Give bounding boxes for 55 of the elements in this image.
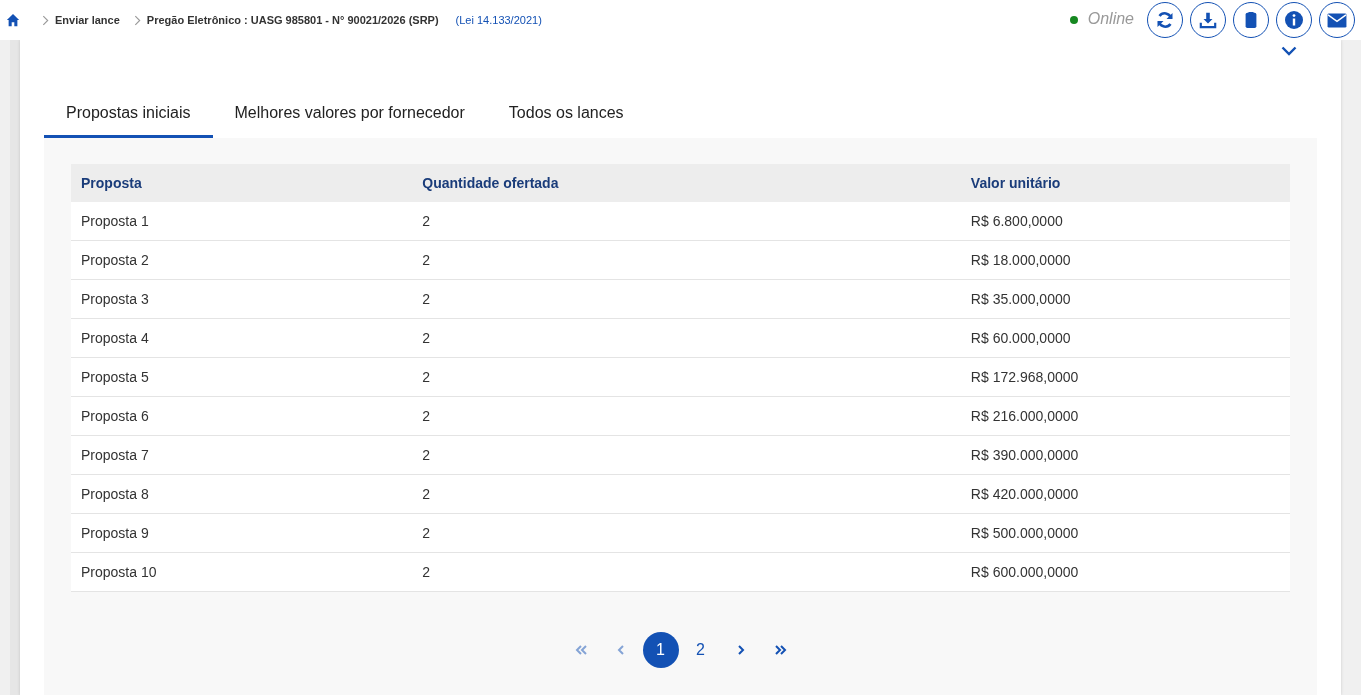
last-chevron-icon xyxy=(772,644,789,656)
table-cell: 2 xyxy=(412,513,961,553)
table-cell: R$ 216.000,0000 xyxy=(960,396,1290,436)
table-cell: R$ 60.000,0000 xyxy=(960,318,1290,358)
table-cell: Proposta 1 xyxy=(71,202,413,241)
info-button[interactable] xyxy=(1276,2,1312,38)
breadcrumb-item: Pregão Eletrônico : UASG 985801 - N° 90021/2026 (SRP) xyxy=(146,14,439,26)
table-cell: R$ 600.000,0000 xyxy=(960,552,1290,592)
clipboard-button[interactable] xyxy=(1233,2,1269,38)
law-link[interactable]: (Lei 14.133/2021) xyxy=(455,14,542,26)
column-header: Valor unitário xyxy=(960,164,1290,202)
table-cell: 2 xyxy=(412,240,961,280)
page-button[interactable]: 2 xyxy=(682,632,719,668)
table-cell: Proposta 6 xyxy=(71,396,413,436)
table-cell: 2 xyxy=(412,552,961,592)
info-icon xyxy=(1284,10,1304,30)
table-cell: Proposta 10 xyxy=(71,552,413,592)
table-cell: 2 xyxy=(412,435,961,475)
mail-icon xyxy=(1326,11,1348,29)
chevron-down-icon[interactable] xyxy=(1281,46,1297,56)
column-header: Quantidade ofertada xyxy=(412,164,961,202)
table-cell: Proposta 8 xyxy=(71,474,413,514)
table-cell: R$ 172.968,0000 xyxy=(960,357,1290,397)
table-cell: R$ 35.000,0000 xyxy=(960,279,1290,319)
mail-button[interactable] xyxy=(1319,2,1355,38)
table-cell: 2 xyxy=(412,318,961,358)
column-header: Proposta xyxy=(71,164,413,202)
table-cell: R$ 500.000,0000 xyxy=(960,513,1290,553)
tab[interactable]: Todos os lances xyxy=(486,94,646,138)
page-button[interactable]: 1 xyxy=(642,632,679,668)
chevron-right-icon xyxy=(133,14,141,26)
table-cell: R$ 420.000,0000 xyxy=(960,474,1290,514)
status-label: Online xyxy=(1087,10,1134,28)
download-button[interactable] xyxy=(1190,2,1226,38)
table-cell: Proposta 2 xyxy=(71,240,413,280)
table-cell: Proposta 3 xyxy=(71,279,413,319)
table-cell: Proposta 9 xyxy=(71,513,413,553)
table-cell: 2 xyxy=(412,396,961,436)
table-cell: 2 xyxy=(412,279,961,319)
tab[interactable]: Melhores valores por fornecedor xyxy=(212,94,487,138)
table-cell: R$ 6.800,0000 xyxy=(960,202,1290,241)
download-icon xyxy=(1199,11,1217,29)
chevron-right-icon xyxy=(42,14,49,26)
table-cell: 2 xyxy=(412,474,961,514)
table-cell: Proposta 4 xyxy=(71,318,413,358)
table-cell: 2 xyxy=(412,202,961,241)
table-cell: Proposta 7 xyxy=(71,435,413,475)
table-cell: 2 xyxy=(412,357,961,397)
table-cell: Proposta 5 xyxy=(71,357,413,397)
breadcrumb-item[interactable]: Enviar lance xyxy=(55,14,120,26)
table-cell: R$ 18.000,0000 xyxy=(960,240,1290,280)
home-icon[interactable] xyxy=(6,13,20,27)
refresh-icon xyxy=(1155,10,1175,30)
refresh-button[interactable] xyxy=(1147,2,1183,38)
table-cell: R$ 390.000,0000 xyxy=(960,435,1290,475)
